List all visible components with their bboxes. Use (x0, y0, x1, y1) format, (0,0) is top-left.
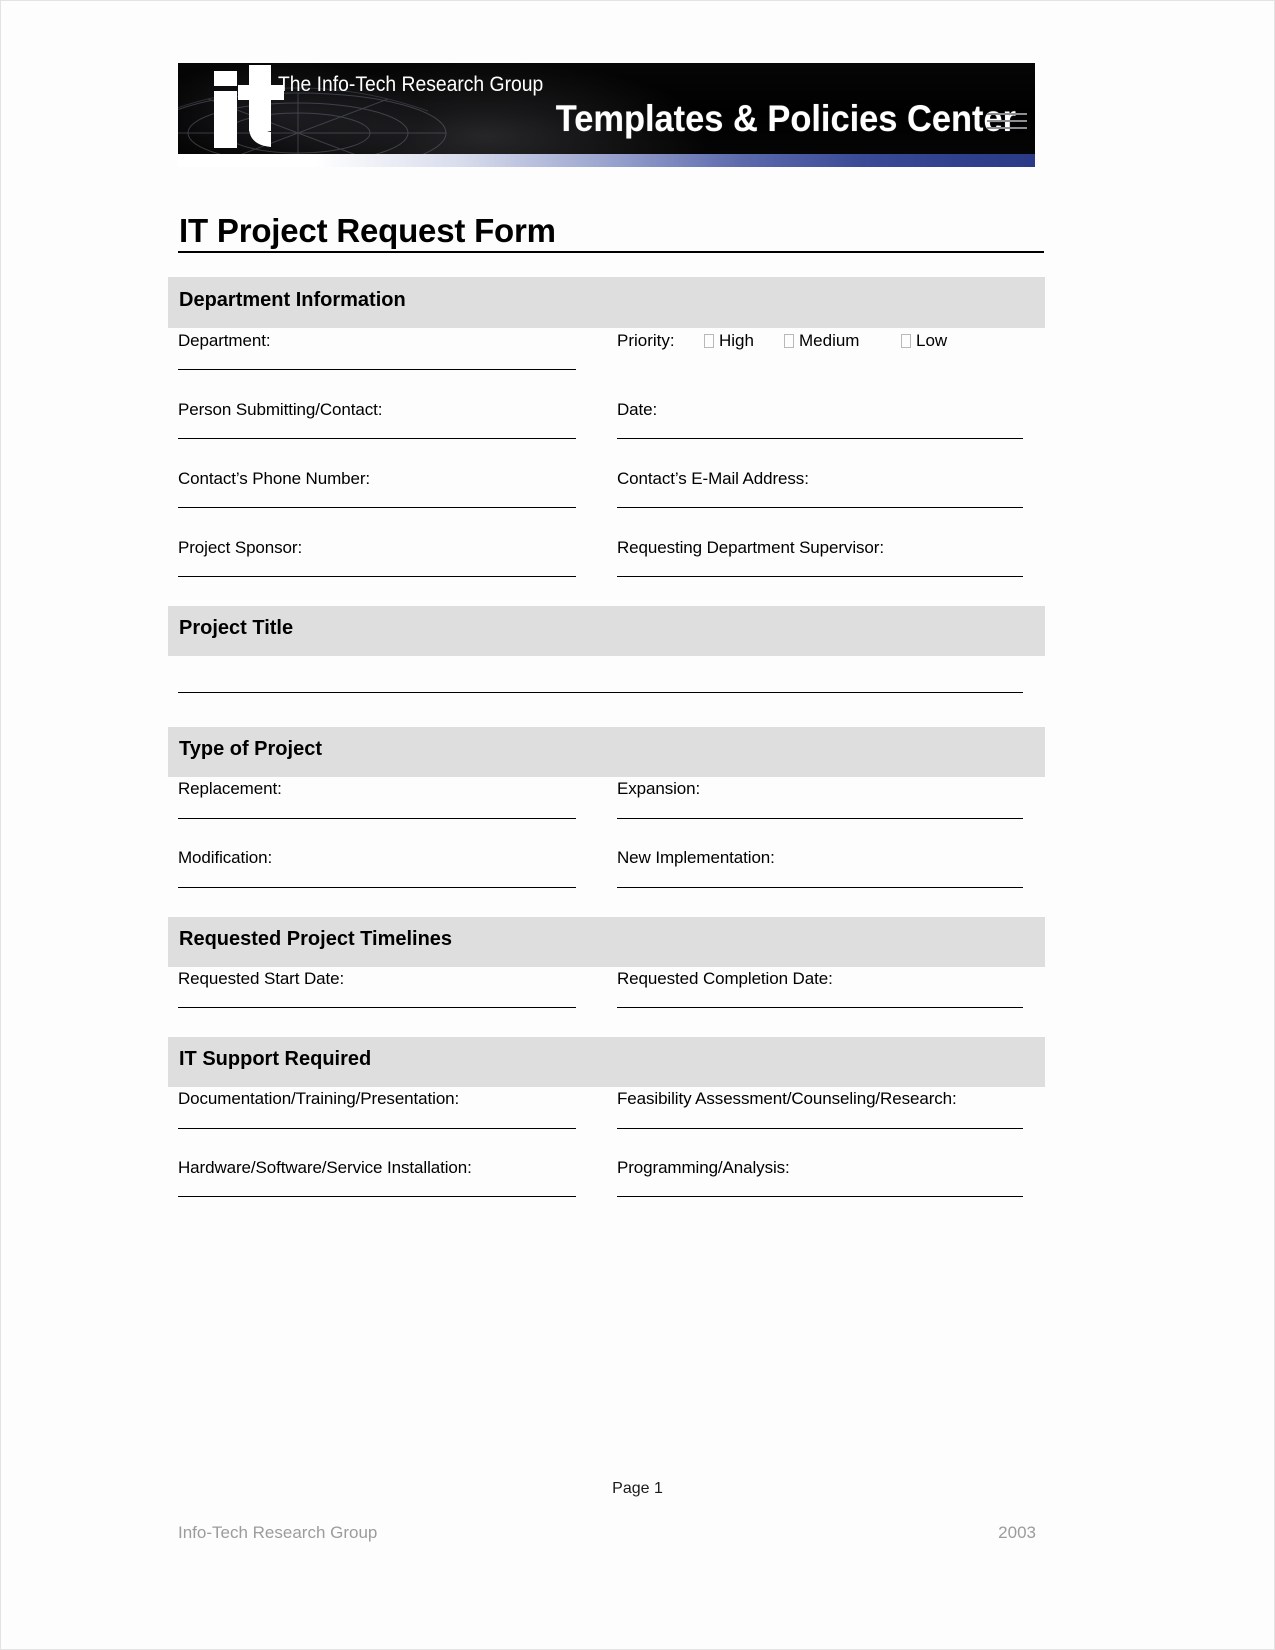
priority-option-medium[interactable]: Medium (784, 331, 859, 351)
section-header-requested-project-timelines: Requested Project Timelines (168, 917, 1045, 967)
field-label-hardware-software-service-installation: Hardware/Software/Service Installation: (178, 1158, 472, 1177)
field-line-date[interactable] (617, 438, 1023, 439)
field-line-hardware-software-service-installation[interactable] (178, 1196, 576, 1197)
field-label-person-submitting: Person Submitting/Contact: (178, 400, 383, 419)
title-underline (178, 251, 1044, 253)
banner-tagline: The Info-Tech Research Group (278, 73, 544, 96)
field-label-new-implementation: New Implementation: (617, 848, 775, 867)
field-line-feasibility-assessment[interactable] (617, 1128, 1023, 1129)
field-label-contact-email: Contact’s E-Mail Address: (617, 469, 809, 488)
brand-banner: The Info-Tech Research Group Templates &… (178, 63, 1035, 154)
field-label-programming-analysis: Programming/Analysis: (617, 1158, 790, 1177)
field-line-requested-start-date[interactable] (178, 1007, 576, 1008)
field-line-department[interactable] (178, 369, 576, 370)
field-line-new-implementation[interactable] (617, 887, 1023, 888)
section-title-it-support-required: IT Support Required (179, 1048, 372, 1070)
field-label-department: Department: (178, 331, 271, 350)
footer-year: 2003 (998, 1523, 1036, 1542)
field-line-contact-email[interactable] (617, 507, 1023, 508)
checkbox-icon-high[interactable] (704, 334, 714, 348)
field-line-documentation-training-presentation[interactable] (178, 1128, 576, 1129)
banner-gradient-bar (178, 154, 1035, 167)
section-title-project-title: Project Title (179, 617, 294, 639)
field-line-programming-analysis[interactable] (617, 1196, 1023, 1197)
field-label-requested-start-date: Requested Start Date: (178, 969, 345, 988)
field-label-modification: Modification: (178, 848, 273, 867)
field-label-department-supervisor: Requesting Department Supervisor: (617, 538, 884, 557)
field-label-expansion: Expansion: (617, 779, 701, 798)
section-header-project-title: Project Title (168, 606, 1045, 656)
field-line-project-sponsor[interactable] (178, 576, 576, 577)
priority-option-high[interactable]: High (704, 331, 754, 351)
page-title: IT Project Request Form (179, 212, 556, 249)
section-title-type-of-project: Type of Project (179, 738, 322, 760)
checkbox-icon-low[interactable] (901, 334, 911, 348)
page-number: Page 1 (612, 1480, 663, 1497)
field-line-modification[interactable] (178, 887, 576, 888)
section-header-it-support-required: IT Support Required (168, 1037, 1045, 1087)
field-line-person-submitting[interactable] (178, 438, 576, 439)
priority-option-low-label: Low (916, 331, 948, 350)
field-line-expansion[interactable] (617, 818, 1023, 819)
section-header-type-of-project: Type of Project (168, 727, 1045, 777)
section-header-department-information: Department Information (168, 277, 1045, 328)
field-label-project-sponsor: Project Sponsor: (178, 538, 303, 557)
priority-option-low[interactable]: Low (901, 331, 947, 351)
field-line-replacement[interactable] (178, 818, 576, 819)
field-line-requested-completion-date[interactable] (617, 1007, 1023, 1008)
priority-option-medium-label: Medium (799, 331, 860, 350)
field-line-project-title[interactable] (178, 692, 1023, 693)
priority-option-high-label: High (719, 331, 754, 350)
field-label-documentation-training-presentation: Documentation/Training/Presentation: (178, 1089, 460, 1108)
field-label-requested-completion-date: Requested Completion Date: (617, 969, 833, 988)
field-label-replacement: Replacement: (178, 779, 282, 798)
banner-dashes-decoration (987, 113, 1027, 135)
field-line-contact-phone[interactable] (178, 507, 576, 508)
banner-title: Templates & Policies Center (555, 98, 1016, 139)
field-label-feasibility-assessment: Feasibility Assessment/Counseling/Resear… (617, 1089, 957, 1108)
checkbox-icon-medium[interactable] (784, 334, 794, 348)
section-title-department-information: Department Information (179, 289, 406, 311)
field-label-contact-phone: Contact’s Phone Number: (178, 469, 371, 488)
field-line-department-supervisor[interactable] (617, 576, 1023, 577)
field-label-date: Date: (617, 400, 658, 419)
priority-label: Priority: (617, 331, 675, 350)
document-sheet: The Info-Tech Research Group Templates &… (0, 0, 1275, 1650)
section-title-requested-project-timelines: Requested Project Timelines (179, 928, 453, 950)
